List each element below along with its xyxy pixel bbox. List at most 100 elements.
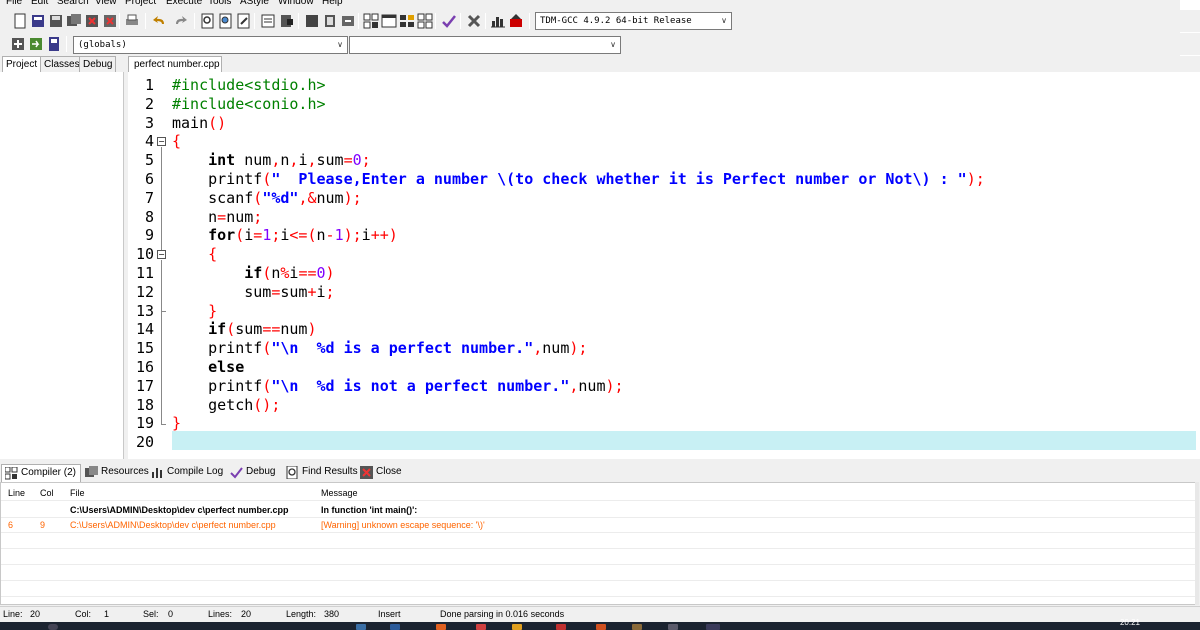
tab-find-results[interactable]: Find Results bbox=[283, 464, 362, 482]
left-panel-tabs: Project Classes Debug bbox=[0, 56, 120, 73]
line-number: 3 bbox=[144, 113, 154, 132]
code-line-14: if(sum==num) bbox=[208, 320, 317, 339]
code-line-13: } bbox=[208, 301, 218, 320]
status-length-label: Length: bbox=[286, 609, 317, 619]
menu-file[interactable]: File bbox=[6, 0, 22, 8]
menu-help[interactable]: Help bbox=[322, 0, 343, 8]
taskbar-app-icon[interactable] bbox=[476, 624, 486, 630]
taskbar-app-icon[interactable] bbox=[390, 624, 400, 630]
compiler-messages-table[interactable]: Line Col File Message C:\Users\ADMIN\Des… bbox=[0, 482, 1197, 605]
tab-project[interactable]: Project bbox=[2, 56, 42, 73]
menu-astyle[interactable]: AStyle bbox=[240, 0, 269, 8]
compiler-select-value: TDM-GCC 4.9.2 64-bit Release bbox=[540, 16, 692, 26]
current-line-highlight bbox=[172, 431, 1196, 450]
undo-icon[interactable] bbox=[152, 13, 168, 29]
chevron-down-icon: ∨ bbox=[721, 16, 727, 25]
compiler-select[interactable]: TDM-GCC 4.9.2 64-bit Release ∨ bbox=[535, 12, 732, 30]
status-insert-mode: Insert bbox=[378, 609, 401, 619]
run-icon[interactable] bbox=[381, 13, 397, 29]
class-toolbar: (globals) ∨ ∨ bbox=[0, 33, 1200, 55]
cell-line: 6 bbox=[8, 520, 14, 530]
menu-window[interactable]: Window bbox=[278, 0, 314, 8]
line-number: 8 bbox=[144, 207, 154, 226]
column-header-line[interactable]: Line bbox=[8, 485, 25, 501]
column-header-message[interactable]: Message bbox=[321, 485, 358, 501]
compile-run-icon[interactable] bbox=[399, 13, 415, 29]
project-browser[interactable] bbox=[0, 72, 124, 459]
scope-select[interactable]: (globals) ∨ bbox=[73, 36, 348, 54]
menu-edit[interactable]: Edit bbox=[31, 0, 48, 8]
messages-scrollbar[interactable] bbox=[1195, 482, 1199, 605]
tab-debug[interactable]: Debug bbox=[79, 56, 117, 73]
taskbar-app-icon[interactable] bbox=[706, 624, 720, 630]
save-all-icon[interactable] bbox=[66, 13, 82, 29]
menu-execute[interactable]: Execute bbox=[166, 0, 202, 8]
bookmark-icon[interactable] bbox=[278, 13, 294, 29]
tab-classes[interactable]: Classes bbox=[40, 56, 84, 73]
tab-debug-output[interactable]: Debug bbox=[227, 464, 279, 482]
indent-icon[interactable] bbox=[304, 13, 320, 29]
column-header-col[interactable]: Col bbox=[40, 485, 54, 501]
taskbar-clock[interactable]: 20:21 bbox=[1120, 618, 1140, 628]
insert-icon[interactable] bbox=[10, 36, 26, 52]
menu-view[interactable]: View bbox=[95, 0, 117, 8]
syntax-check-icon[interactable] bbox=[441, 13, 457, 29]
menu-project[interactable]: Project bbox=[125, 0, 156, 8]
tab-perfect-number-cpp[interactable]: perfect number.cpp bbox=[128, 56, 222, 73]
search-icon[interactable] bbox=[48, 624, 58, 630]
rebuild-all-icon[interactable] bbox=[417, 13, 433, 29]
code-line-11: if(n%i==0) bbox=[244, 264, 335, 282]
code-editor[interactable]: 1 2 3 4 5 6 7 8 9 10 11 12 13 14 15 16 1… bbox=[128, 72, 1200, 459]
menu-search[interactable]: Search bbox=[57, 0, 89, 8]
taskbar-app-icon[interactable] bbox=[556, 624, 566, 630]
tab-resources[interactable]: Resources bbox=[82, 464, 153, 482]
redo-icon[interactable] bbox=[172, 13, 188, 29]
tab-compiler[interactable]: Compiler (2) bbox=[1, 464, 82, 482]
taskbar-app-icon[interactable] bbox=[668, 624, 678, 630]
find-next-icon[interactable] bbox=[236, 13, 252, 29]
close-all-icon[interactable] bbox=[102, 13, 118, 29]
code-line-6: printf(" Please,Enter a number \(to chec… bbox=[172, 170, 985, 188]
table-row[interactable]: C:\Users\ADMIN\Desktop\dev c\perfect num… bbox=[1, 502, 1197, 518]
code-line-2: #include<conio.h> bbox=[172, 94, 326, 113]
fold-minus-icon[interactable]: − bbox=[157, 137, 166, 146]
tab-compile-log-label: Compile Log bbox=[167, 466, 224, 477]
goto-line-icon[interactable] bbox=[260, 13, 276, 29]
unindent-icon[interactable] bbox=[322, 13, 338, 29]
line-number: 15 bbox=[135, 339, 154, 358]
line-number: 16 bbox=[135, 358, 154, 376]
cell-file: C:\Users\ADMIN\Desktop\dev c\perfect num… bbox=[70, 520, 276, 530]
profile-icon[interactable] bbox=[490, 13, 506, 29]
save-icon[interactable] bbox=[48, 13, 64, 29]
code-line-16: else bbox=[208, 358, 245, 376]
goto-definition-icon[interactable] bbox=[46, 36, 62, 52]
goto-declaration-icon[interactable] bbox=[28, 36, 44, 52]
tab-compile-log[interactable]: Compile Log bbox=[148, 464, 227, 482]
line-number: 18 bbox=[135, 395, 154, 414]
open-project-icon[interactable] bbox=[30, 13, 46, 29]
taskbar-app-icon[interactable] bbox=[512, 624, 522, 630]
main-toolbar: TDM-GCC 4.9.2 64-bit Release ∨ bbox=[0, 10, 1200, 32]
fold-minus-icon[interactable]: − bbox=[157, 250, 166, 259]
status-sel: 0 bbox=[168, 609, 174, 619]
close-file-icon[interactable] bbox=[84, 13, 100, 29]
taskbar-app-icon[interactable] bbox=[632, 624, 642, 630]
tab-debug-output-label: Debug bbox=[246, 466, 276, 477]
compile-icon[interactable] bbox=[363, 13, 379, 29]
table-row[interactable]: 6 9 C:\Users\ADMIN\Desktop\dev c\perfect… bbox=[1, 517, 1197, 533]
tab-close[interactable]: Close bbox=[357, 464, 406, 482]
new-file-icon[interactable] bbox=[12, 13, 28, 29]
find-icon[interactable] bbox=[200, 13, 216, 29]
print-icon[interactable] bbox=[124, 13, 140, 29]
toggle-comment-icon[interactable] bbox=[340, 13, 356, 29]
column-header-file[interactable]: File bbox=[70, 485, 85, 501]
taskbar-app-icon[interactable] bbox=[356, 624, 366, 630]
stop-execution-icon[interactable] bbox=[466, 13, 482, 29]
taskbar-app-icon[interactable] bbox=[436, 624, 446, 630]
member-select[interactable]: ∨ bbox=[349, 36, 621, 54]
replace-icon[interactable] bbox=[218, 13, 234, 29]
debug-icon[interactable] bbox=[508, 13, 524, 29]
menu-tools[interactable]: Tools bbox=[208, 0, 231, 8]
menu-bar: File Edit Search View Project Execute To… bbox=[0, 0, 1200, 9]
taskbar-app-icon[interactable] bbox=[596, 624, 606, 630]
